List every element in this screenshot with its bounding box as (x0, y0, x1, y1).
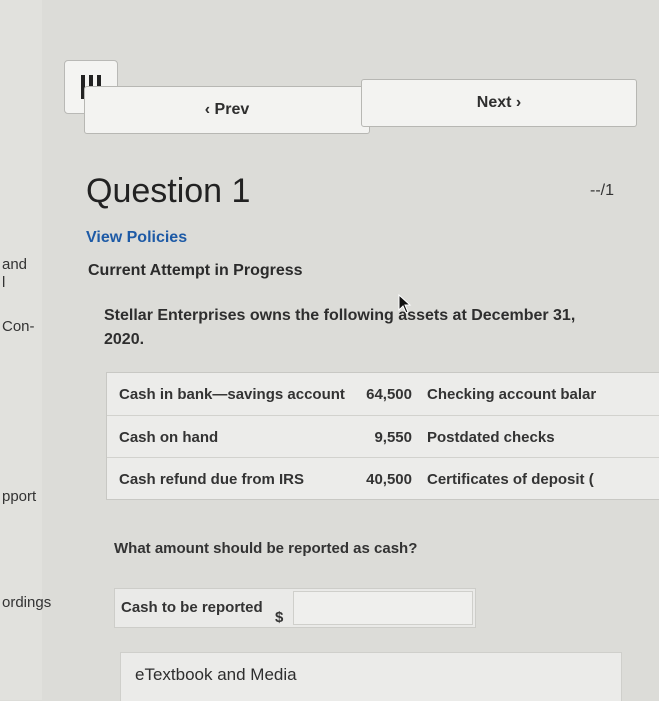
answer-row: Cash to be reported $ (114, 588, 476, 628)
sidebar-fragment-text: Con- (2, 318, 35, 335)
view-policies-link[interactable]: View Policies (86, 229, 187, 247)
sidebar-fragment-text: l (2, 274, 6, 291)
prev-button-label: ‹ Prev (204, 101, 250, 118)
asset-label: Checking account balar (427, 386, 597, 403)
next-button[interactable]: Next › (361, 79, 637, 127)
question-text: Stellar Enterprises owns the following a… (104, 307, 576, 348)
asset-label: Certificates of deposit ( (427, 471, 594, 488)
asset-value: 9,550 (374, 429, 412, 446)
next-button-label: Next › (476, 94, 522, 111)
currency-symbol: $ (275, 609, 284, 626)
answer-label: Cash to be reported (121, 599, 263, 616)
attempt-status: Current Attempt in Progress (88, 262, 303, 279)
prev-button[interactable]: ‹ Prev (84, 86, 370, 134)
asset-value: 40,500 (366, 471, 412, 488)
table-row: Cash in bank—savings account 64,500 Chec… (107, 373, 659, 413)
question-title: Question 1 (86, 172, 251, 210)
etextbook-label: eTextbook and Media (135, 665, 297, 684)
sidebar-fragment-text: pport (2, 488, 37, 505)
asset-label: Cash refund due from IRS (119, 471, 305, 488)
table-row: Cash on hand 9,550 Postdated checks (107, 415, 659, 456)
asset-value: 64,500 (366, 386, 412, 403)
question-score: --/1 (590, 182, 614, 199)
etextbook-media-button[interactable]: eTextbook and Media (120, 652, 622, 701)
assets-table: Cash in bank—savings account 64,500 Chec… (106, 372, 659, 500)
sidebar-fragment-text: ordings (2, 594, 52, 611)
mouse-cursor-icon (398, 294, 412, 314)
cash-amount-input[interactable] (293, 591, 473, 625)
left-sidebar-fragment: and l Con- pport ordings (0, 0, 51, 700)
asset-label: Postdated checks (427, 429, 555, 446)
table-row: Cash refund due from IRS 40,500 Certific… (107, 457, 659, 498)
asset-label: Cash in bank—savings account (119, 386, 345, 403)
answer-prompt: What amount should be reported as cash? (114, 540, 418, 557)
asset-label: Cash on hand (119, 429, 219, 446)
sidebar-fragment-text: and (2, 256, 28, 273)
